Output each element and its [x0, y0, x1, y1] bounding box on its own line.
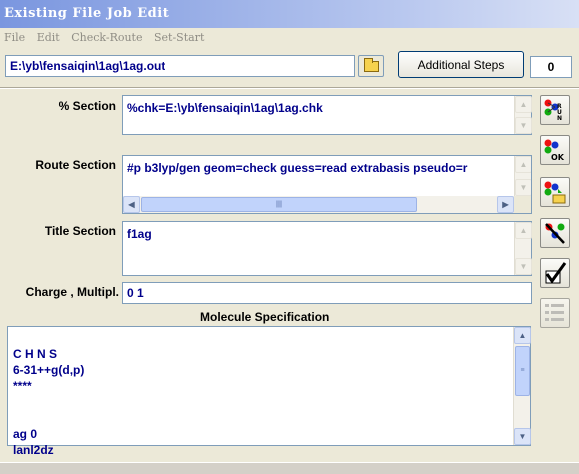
molecule-line: 6-31++g(d,p)	[13, 363, 85, 377]
check-icon	[545, 262, 567, 284]
vertical-scrollbar[interactable]: ▲ ▼	[514, 96, 532, 134]
scroll-down-icon[interactable]: ▼	[515, 258, 532, 275]
scroll-up-icon[interactable]: ▲	[515, 96, 532, 113]
file-path-field[interactable]: E:\yb\fensaiqin\1ag\1ag.out	[5, 55, 355, 77]
percent-section-text: %chk=E:\yb\fensaiqin\1ag\1ag.chk	[127, 101, 323, 115]
title-section-label: Title Section	[44, 224, 116, 238]
molecule-line: ****	[13, 379, 32, 393]
ok-button[interactable]: OK	[540, 135, 570, 165]
browse-button[interactable]	[358, 55, 384, 77]
run-icon: R U N	[544, 99, 562, 122]
title-section-field[interactable]: f1ag ▲ ▼	[122, 221, 532, 276]
scroll-thumb[interactable]: ≡	[515, 346, 530, 396]
title-section-text: f1ag	[127, 227, 152, 241]
scroll-up-icon[interactable]: ▲	[514, 327, 531, 344]
molecule-text: C H N S 6-31++g(d,p) **** ag 0 lanl2dz	[13, 314, 84, 458]
scroll-up-icon[interactable]: ▲	[515, 222, 532, 239]
svg-text:OK: OK	[551, 153, 565, 162]
molecule-line	[13, 410, 84, 426]
molecule-label: Molecule Specification	[200, 310, 330, 324]
scroll-down-icon[interactable]: ▼	[515, 117, 532, 134]
charge-label: Charge , Multipl.	[25, 285, 119, 299]
charge-text: 0 1	[127, 286, 144, 300]
scroll-down-icon[interactable]: ▼	[514, 428, 531, 445]
separator	[0, 87, 579, 89]
steps-counter: 0	[530, 56, 572, 78]
vertical-scrollbar[interactable]: ▲ ▼	[514, 222, 532, 275]
route-section-field[interactable]: #p b3lyp/gen geom=check guess=read extra…	[122, 155, 532, 214]
check-button[interactable]	[540, 258, 570, 288]
list-button[interactable]	[540, 298, 570, 328]
scroll-down-icon[interactable]: ▼	[515, 179, 531, 196]
vertical-scrollbar[interactable]: ▲ ≡ ▼	[513, 327, 531, 445]
molecule-line	[13, 330, 84, 346]
route-section-label: Route Section	[35, 158, 116, 172]
menu-bar: File Edit Check-Route Set-Start	[0, 28, 579, 48]
run-button[interactable]: R U N	[540, 95, 570, 125]
percent-section-label: % Section	[58, 99, 116, 113]
scroll-up-icon[interactable]: ▲	[515, 156, 531, 173]
save-icon	[544, 181, 566, 204]
molecule-field[interactable]: C H N S 6-31++g(d,p) **** ag 0 lanl2dz ▲…	[7, 326, 531, 457]
file-path-text: E:\yb\fensaiqin\1ag\1ag.out	[10, 59, 166, 73]
ok-icon: OK	[544, 139, 565, 162]
status-strip	[0, 462, 579, 474]
molecule-line: ag 0	[13, 427, 38, 441]
menu-edit[interactable]: Edit	[37, 31, 60, 44]
molecule-line: C H N S	[13, 347, 58, 361]
charge-field[interactable]: 0 1	[122, 282, 532, 304]
scroll-thumb[interactable]: |||	[141, 197, 417, 212]
molecule-line	[13, 394, 84, 410]
save-button[interactable]	[540, 177, 570, 207]
scroll-right-icon[interactable]: ▶	[497, 196, 514, 213]
svg-text:N: N	[557, 115, 562, 122]
scroll-left-icon[interactable]: ◀	[123, 196, 140, 213]
horizontal-scrollbar[interactable]: ◀ ||| ▶	[123, 196, 514, 213]
route-section-text: #p b3lyp/gen geom=check guess=read extra…	[127, 161, 468, 175]
menu-file[interactable]: File	[4, 31, 25, 44]
delete-icon	[545, 223, 565, 244]
molecule-line: lanl2dz	[13, 443, 54, 457]
additional-steps-button[interactable]: Additional Steps	[398, 51, 524, 78]
delete-button[interactable]	[540, 218, 570, 248]
molecule-line	[13, 314, 84, 330]
list-icon	[545, 304, 564, 321]
menu-check-route[interactable]: Check-Route	[71, 31, 142, 44]
vertical-scrollbar[interactable]: ▲ ▼	[514, 156, 531, 196]
percent-section-field[interactable]: %chk=E:\yb\fensaiqin\1ag\1ag.chk ▲ ▼	[122, 95, 532, 135]
scroll-corner	[514, 196, 531, 213]
window-title: Existing File Job Edit	[0, 0, 579, 28]
folder-icon	[364, 58, 379, 72]
menu-set-start[interactable]: Set-Start	[154, 31, 204, 44]
